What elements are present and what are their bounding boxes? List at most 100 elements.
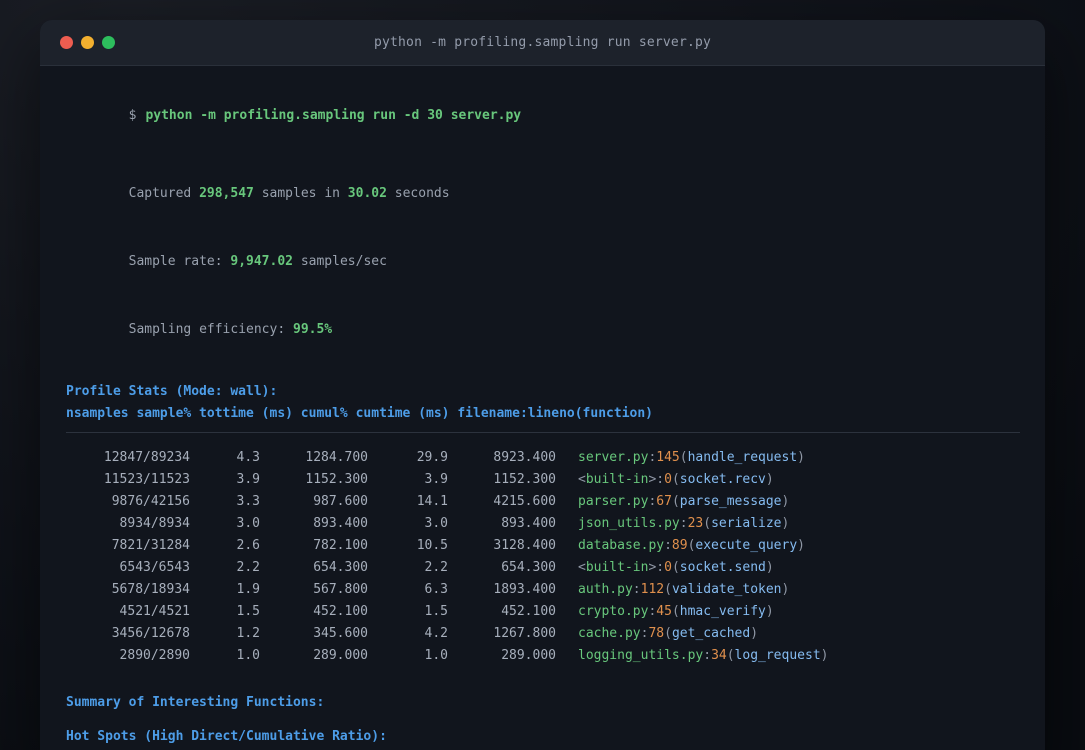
cumtime-cell: 3128.400	[493, 538, 556, 553]
profile-table-rows: 12847/89234 4.3 1284.700 29.9 8923.400 s…	[66, 447, 1020, 667]
cumtime-cell: 654.300	[501, 560, 556, 575]
sample-pct-cell: 4.3	[236, 450, 260, 465]
profile-row: 8934/8934 3.0 893.400 3.0 893.400 json_u…	[66, 513, 1020, 535]
rate-value: 9,947.02	[230, 254, 293, 269]
cumul-pct-cell: 6.3	[424, 582, 448, 597]
profile-row: 2890/2890 1.0 289.000 1.0 289.000 loggin…	[66, 645, 1020, 667]
cumul-pct-cell: 3.9	[424, 472, 448, 487]
tottime-cell: 289.000	[313, 648, 368, 663]
tottime-cell: 782.100	[313, 538, 368, 553]
function-name: socket.recv	[679, 472, 766, 487]
profile-row: 4521/4521 1.5 452.100 1.5 452.100 crypto…	[66, 601, 1020, 623]
prompt-line: $ python -m profiling.sampling run -d 30 …	[66, 86, 1020, 146]
function-location-cell: cache.py:78(get_cached)	[578, 626, 759, 641]
function-location-cell: json_utils.py:23(serialize)	[578, 516, 790, 531]
efficiency-value: 99.5%	[293, 322, 333, 337]
filename: cache.py	[578, 626, 641, 641]
sample-pct-cell: 1.5	[236, 604, 260, 619]
profile-row: 3456/12678 1.2 345.600 4.2 1267.800 cach…	[66, 623, 1020, 645]
cumtime-cell: 8923.400	[493, 450, 556, 465]
line-number: 0	[664, 472, 672, 487]
cumtime-cell: 289.000	[501, 648, 556, 663]
line-number: 112	[640, 582, 665, 597]
profile-row: 11523/11523 3.9 1152.300 3.9 1152.300 <b…	[66, 469, 1020, 491]
function-name: execute_query	[695, 538, 798, 553]
line-number: 34	[711, 648, 727, 663]
captured-label: Captured	[128, 186, 200, 201]
function-name: parse_message	[679, 494, 782, 509]
line-number: 89	[671, 538, 688, 553]
tottime-cell: 567.800	[313, 582, 368, 597]
sample-pct-cell: 2.6	[236, 538, 260, 553]
filename: server.py	[578, 450, 649, 465]
filename: json_utils.py	[578, 516, 680, 531]
sample-pct-cell: 3.0	[236, 516, 260, 531]
captured-line: Captured 298,547 samples in 30.02 second…	[66, 164, 1020, 224]
function-location-cell: server.py:145(handle_request)	[578, 450, 805, 465]
line-number: 45	[656, 604, 672, 619]
tottime-cell: 1152.300	[305, 472, 368, 487]
function-name: log_request	[734, 648, 821, 663]
filename: crypto.py	[578, 604, 649, 619]
captured-mid-label: samples in	[253, 186, 348, 201]
window-titlebar[interactable]: python -m profiling.sampling run server.…	[40, 20, 1045, 66]
zoom-button[interactable]	[102, 36, 115, 49]
nsamples-cell: 6543/6543	[119, 560, 190, 575]
function-location-cell: crypto.py:45(hmac_verify)	[578, 604, 774, 619]
profile-row: 9876/42156 3.3 987.600 14.1 4215.600 par…	[66, 491, 1020, 513]
profile-row: 5678/18934 1.9 567.800 6.3 1893.400 auth…	[66, 579, 1020, 601]
cumul-pct-cell: 3.0	[424, 516, 448, 531]
sample-pct-cell: 1.2	[236, 626, 260, 641]
cumul-pct-cell: 14.1	[416, 494, 448, 509]
nsamples-cell: 9876/42156	[111, 494, 190, 509]
sample-pct-cell: 2.2	[236, 560, 260, 575]
cumul-pct-cell: 4.2	[424, 626, 448, 641]
summary-heading: Summary of Interesting Functions:	[66, 695, 325, 710]
tottime-cell: 1284.700	[305, 450, 368, 465]
cumtime-cell: 452.100	[501, 604, 556, 619]
tottime-cell: 345.600	[313, 626, 368, 641]
window-title: python -m profiling.sampling run server.…	[373, 35, 712, 50]
line-number: 78	[648, 626, 665, 641]
filename: built-in	[585, 472, 649, 487]
traffic-lights	[40, 36, 115, 49]
cumul-pct-cell: 1.0	[424, 648, 448, 663]
captured-seconds-value: 30.02	[347, 186, 387, 201]
minimize-button[interactable]	[81, 36, 94, 49]
function-location-cell: parser.py:67(parse_message)	[578, 494, 790, 509]
function-location-cell: auth.py:112(validate_token)	[578, 582, 790, 597]
function-name: get_cached	[671, 626, 751, 641]
terminal-window: python -m profiling.sampling run server.…	[40, 20, 1045, 750]
line-number: 0	[664, 560, 672, 575]
cumul-pct-cell: 29.9	[416, 450, 448, 465]
tottime-cell: 893.400	[313, 516, 368, 531]
close-button[interactable]	[60, 36, 73, 49]
efficiency-line: Sampling efficiency: 99.5%	[66, 300, 1020, 360]
function-location-cell: <built-in>:0(socket.send)	[578, 560, 774, 575]
filename: parser.py	[578, 494, 649, 509]
cumtime-cell: 1267.800	[493, 626, 556, 641]
sample-rate-line: Sample rate: 9,947.02 samples/sec	[66, 232, 1020, 292]
cumul-pct-cell: 10.5	[416, 538, 448, 553]
nsamples-cell: 2890/2890	[119, 648, 190, 663]
tottime-cell: 987.600	[313, 494, 368, 509]
function-name: handle_request	[687, 450, 798, 465]
cumul-pct-cell: 2.2	[424, 560, 448, 575]
nsamples-cell: 7821/31284	[111, 538, 190, 553]
nsamples-cell: 4521/4521	[119, 604, 190, 619]
table-divider	[66, 432, 1020, 433]
sample-pct-cell: 3.9	[236, 472, 260, 487]
shell-prompt: $	[128, 108, 137, 123]
columns-header: nsamples sample% tottime (ms) cumul% cum…	[66, 406, 653, 421]
captured-unit-label: seconds	[386, 186, 450, 201]
terminal-output: $ python -m profiling.sampling run -d 30 …	[40, 66, 1045, 750]
command-text: python -m profiling.sampling run -d 30 s…	[145, 108, 522, 123]
function-name: validate_token	[671, 582, 782, 597]
sample-pct-cell: 3.3	[236, 494, 260, 509]
rate-unit-label: samples/sec	[293, 254, 387, 269]
sample-pct-cell: 1.9	[236, 582, 260, 597]
sample-pct-cell: 1.0	[236, 648, 260, 663]
function-name: hmac_verify	[679, 604, 766, 619]
cumul-pct-cell: 1.5	[424, 604, 448, 619]
function-location-cell: logging_utils.py:34(log_request)	[578, 648, 829, 663]
